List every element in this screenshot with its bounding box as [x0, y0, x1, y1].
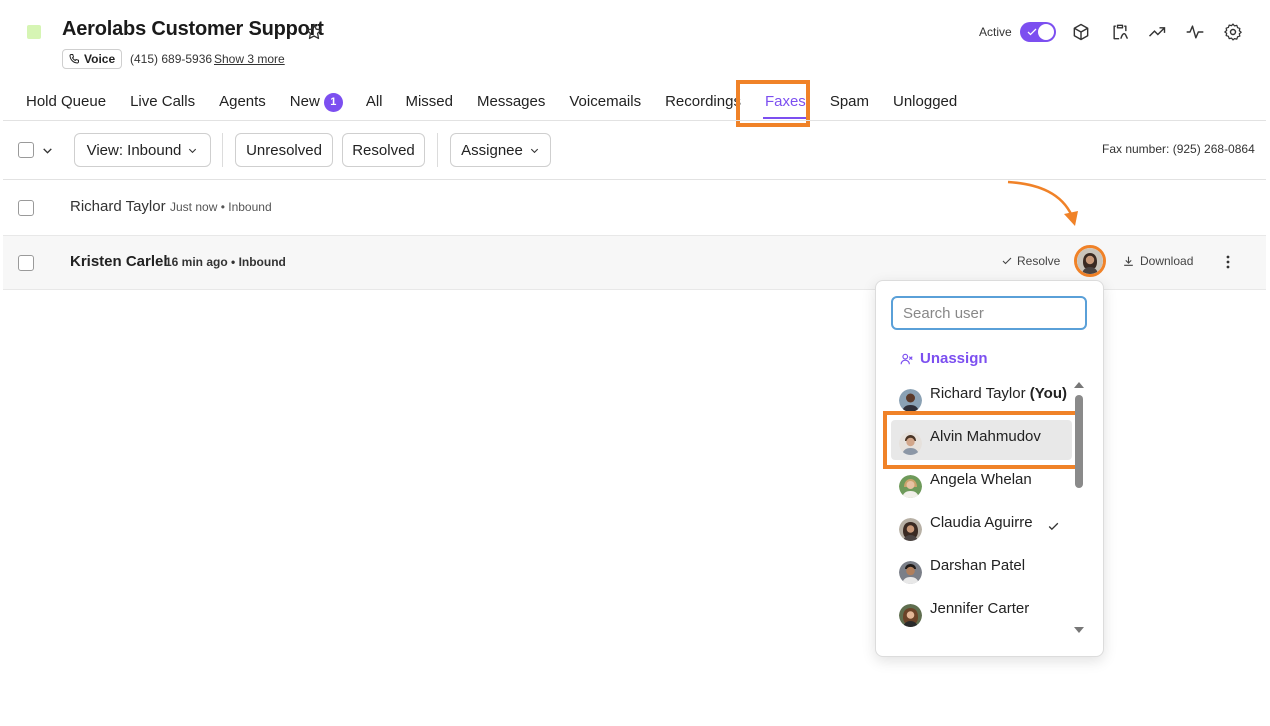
user-option-jennifer-carter[interactable]: Jennifer Carter [891, 592, 1072, 632]
resolve-button[interactable]: Resolve [1001, 254, 1060, 268]
active-toggle[interactable] [1020, 22, 1056, 42]
tab-new[interactable]: New 1 [290, 93, 343, 112]
row-checkbox[interactable] [18, 200, 34, 216]
user-option-claudia-aguirre[interactable]: Claudia Aguirre [891, 506, 1072, 546]
unresolved-filter-button[interactable]: Unresolved [235, 133, 333, 167]
page-title: Aerolabs Customer Support [62, 18, 324, 40]
checkmark-icon [1048, 522, 1058, 530]
assignee-avatar[interactable] [1074, 245, 1106, 277]
tab-unlogged[interactable]: Unlogged [893, 93, 957, 112]
more-options-icon[interactable] [1222, 254, 1234, 270]
favorite-star-icon[interactable] [304, 22, 324, 42]
you-label: (You) [1029, 384, 1067, 402]
tab-live-calls[interactable]: Live Calls [130, 93, 195, 112]
row-meta: 16 min ago • Inbound [165, 255, 286, 269]
selected-user-highlight [883, 411, 1081, 469]
divider [3, 120, 1266, 121]
trend-up-icon[interactable] [1147, 22, 1167, 42]
annotation-arrow-icon [1000, 176, 1085, 236]
chevron-down-icon [530, 148, 538, 153]
check-icon [1027, 28, 1037, 36]
check-icon [1002, 257, 1012, 265]
clipboard-icon[interactable] [1110, 22, 1130, 42]
contact-name[interactable]: Kristen Carlel [70, 253, 168, 270]
tab-messages[interactable]: Messages [477, 93, 545, 112]
assignee-filter-button[interactable]: Assignee [450, 133, 551, 167]
user-remove-icon [900, 353, 913, 364]
contact-name[interactable]: Richard Taylor [70, 198, 166, 215]
resolved-filter-button[interactable]: Resolved [342, 133, 425, 167]
tab-recordings[interactable]: Recordings [665, 93, 741, 112]
scroll-up-arrow-icon[interactable] [1074, 381, 1084, 389]
scroll-down-arrow-icon[interactable] [1074, 626, 1084, 634]
select-all-checkbox[interactable] [18, 142, 34, 158]
row-meta: Just now • Inbound [170, 200, 272, 214]
unassign-button[interactable]: Unassign [900, 350, 988, 367]
tab-all[interactable]: All [366, 93, 383, 112]
voice-badge: Voice [62, 49, 123, 69]
user-name: Darshan Patel [930, 556, 1026, 574]
user-name: Richard Taylor [930, 384, 1026, 402]
voice-label: Voice [84, 52, 116, 66]
avatar [899, 517, 922, 541]
avatar [899, 560, 922, 584]
tab-bar: Hold Queue Live Calls Agents New 1 All Mi… [26, 93, 957, 119]
tab-missed[interactable]: Missed [405, 93, 453, 112]
user-option-darshan-patel[interactable]: Darshan Patel [891, 549, 1072, 589]
fax-number: Fax number: (925) 268-0864 [1102, 142, 1255, 156]
new-count-badge: 1 [323, 93, 343, 112]
tab-agents[interactable]: Agents [219, 93, 266, 112]
view-filter-button[interactable]: View: Inbound [74, 133, 211, 167]
app-logo [27, 25, 41, 39]
phone-number: (415) 689-5936 [130, 52, 213, 66]
download-button[interactable]: Download [1122, 254, 1193, 268]
cube-icon[interactable] [1071, 22, 1091, 42]
download-icon [1124, 256, 1133, 266]
chevron-down-icon [189, 148, 197, 153]
phone-icon [69, 54, 79, 64]
user-name: Claudia Aguirre [930, 513, 1033, 531]
user-name: Jennifer Carter [930, 599, 1030, 617]
scrollbar-thumb[interactable] [1075, 395, 1083, 488]
show-more-link[interactable]: Show 3 more [214, 52, 285, 66]
user-name: Angela Whelan [930, 470, 1032, 488]
divider [222, 133, 223, 167]
divider [437, 133, 438, 167]
tab-hold-queue[interactable]: Hold Queue [26, 93, 106, 112]
user-option-angela-whelan[interactable]: Angela Whelan [891, 463, 1072, 503]
search-user-input[interactable] [891, 296, 1087, 330]
activity-icon[interactable] [1185, 22, 1205, 42]
avatar [899, 603, 922, 627]
active-label: Active [979, 25, 1012, 39]
row-checkbox[interactable] [18, 255, 34, 271]
select-options-chevron-icon[interactable] [41, 144, 54, 157]
avatar [899, 474, 922, 498]
tab-spam[interactable]: Spam [830, 93, 869, 112]
gear-icon[interactable] [1223, 22, 1243, 42]
avatar [899, 388, 922, 412]
tab-voicemails[interactable]: Voicemails [569, 93, 641, 112]
